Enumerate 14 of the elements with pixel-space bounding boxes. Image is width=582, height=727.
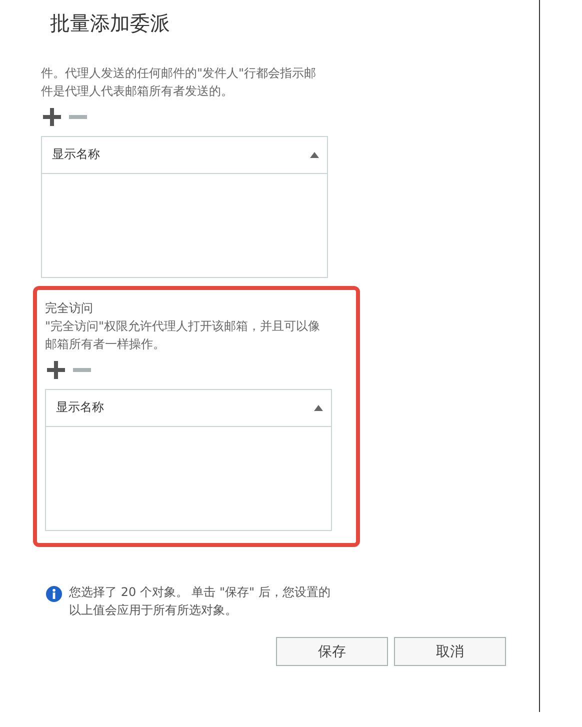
sort-arrow-icon — [314, 404, 323, 410]
add-icon[interactable] — [47, 361, 65, 379]
section-label: 完全访问 — [45, 300, 94, 317]
section-description: 件。代理人发送的任何邮件的"发件人"行都会指示邮件是代理人代表邮箱所有者发送的。 — [41, 65, 318, 100]
add-icon[interactable] — [43, 108, 61, 126]
save-button[interactable]: 保存 — [276, 637, 388, 666]
window-title: 批量添加委派 — [49, 10, 171, 37]
column-header[interactable]: 显示名称 — [56, 399, 104, 416]
info-message: 您选择了 20 个对象。 单击 "保存" 后，您设置的以上值会应用于所有所选对象。 — [69, 584, 332, 619]
column-header[interactable]: 显示名称 — [52, 146, 100, 163]
section-description: "完全访问"权限允许代理人打开该邮箱，并且可以像邮箱所有者一样操作。 — [45, 318, 322, 353]
sort-arrow-icon — [310, 152, 319, 158]
info-icon — [46, 586, 62, 602]
cancel-button[interactable]: 取消 — [394, 637, 506, 666]
